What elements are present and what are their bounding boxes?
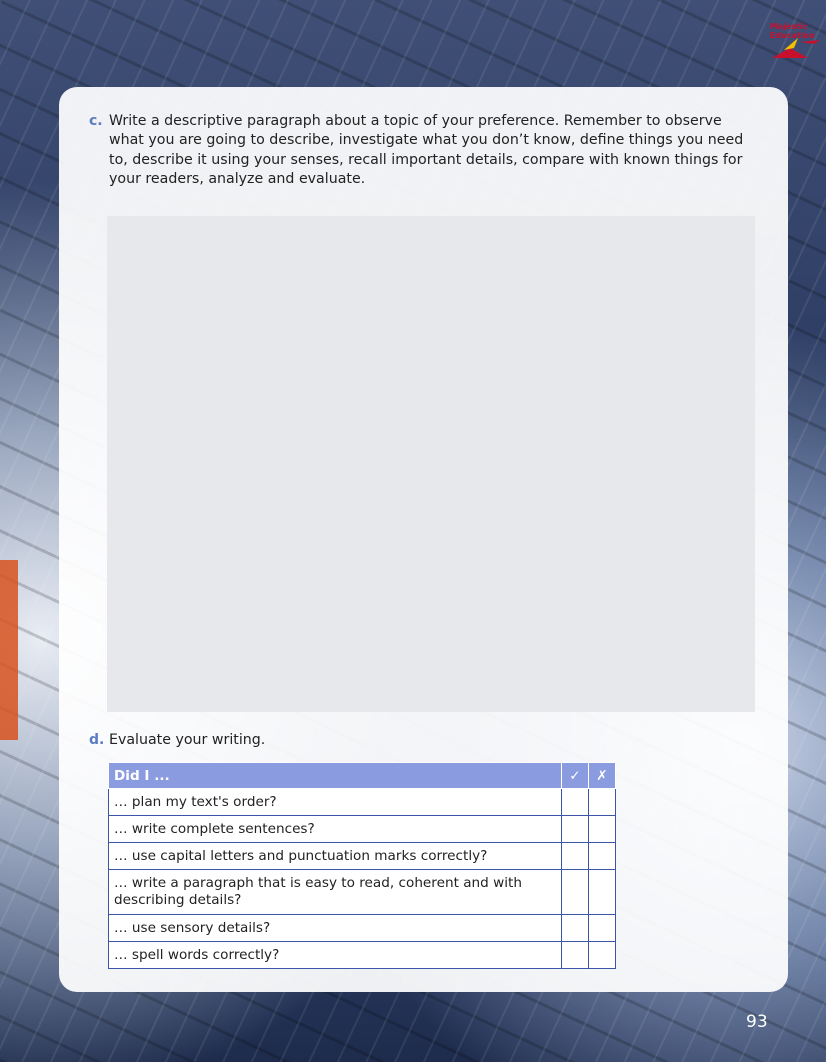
checklist-row: … write complete sentences? [108,815,616,843]
cross-cell[interactable] [588,914,616,942]
checklist-row: … spell words correctly? [108,941,616,969]
question-d-prompt: Evaluate your writing. [109,732,266,748]
check-cell[interactable] [561,815,589,843]
checklist-header-row: Did I ... ✓ ✗ [108,762,616,789]
checklist-item: … write a paragraph that is easy to read… [108,869,562,915]
logo-mark-icon [772,38,820,58]
writing-area[interactable] [107,216,755,712]
cross-cell[interactable] [588,941,616,969]
check-cell[interactable] [561,842,589,870]
check-cell[interactable] [561,869,589,915]
checklist-row: … write a paragraph that is easy to read… [108,869,616,915]
page-number: 93 [746,1012,768,1032]
check-cell[interactable] [561,914,589,942]
checklist-row: … use capital letters and punctuation ma… [108,842,616,870]
publisher-logo: Majestic Education [770,20,822,60]
check-cell[interactable] [561,788,589,816]
question-c-line: Write a descriptive paragraph about a to… [109,113,722,129]
checklist-item: … use capital letters and punctuation ma… [108,842,562,870]
question-c-line: what you are going to describe, investig… [109,132,744,149]
question-c-line: to, describe it using your senses, recal… [109,151,743,168]
check-cell[interactable] [561,941,589,969]
checklist-row: … use sensory details? [108,914,616,942]
question-d-letter: d. [89,732,105,748]
cross-icon: ✗ [588,762,616,789]
checklist-item: … write complete sentences? [108,815,562,843]
checklist-item: … spell words correctly? [108,941,562,969]
checklist-row: … plan my text's order? [108,788,616,816]
check-icon: ✓ [561,762,589,789]
background-accent [0,560,18,740]
question-c-letter: c. [89,113,103,129]
logo-line-1: Majestic [770,22,808,31]
cross-cell[interactable] [588,788,616,816]
checklist-item: … use sensory details? [108,914,562,942]
checklist-header: Did I ... [108,762,562,789]
question-c-line: your readers, analyze and evaluate. [109,170,366,187]
evaluation-checklist: Did I ... ✓ ✗ … plan my text's order? … … [108,762,616,969]
cross-cell[interactable] [588,815,616,843]
cross-cell[interactable] [588,842,616,870]
checklist-item: … plan my text's order? [108,788,562,816]
cross-cell[interactable] [588,869,616,915]
question-c-prompt: Write a descriptive paragraph about a to… [109,112,759,189]
